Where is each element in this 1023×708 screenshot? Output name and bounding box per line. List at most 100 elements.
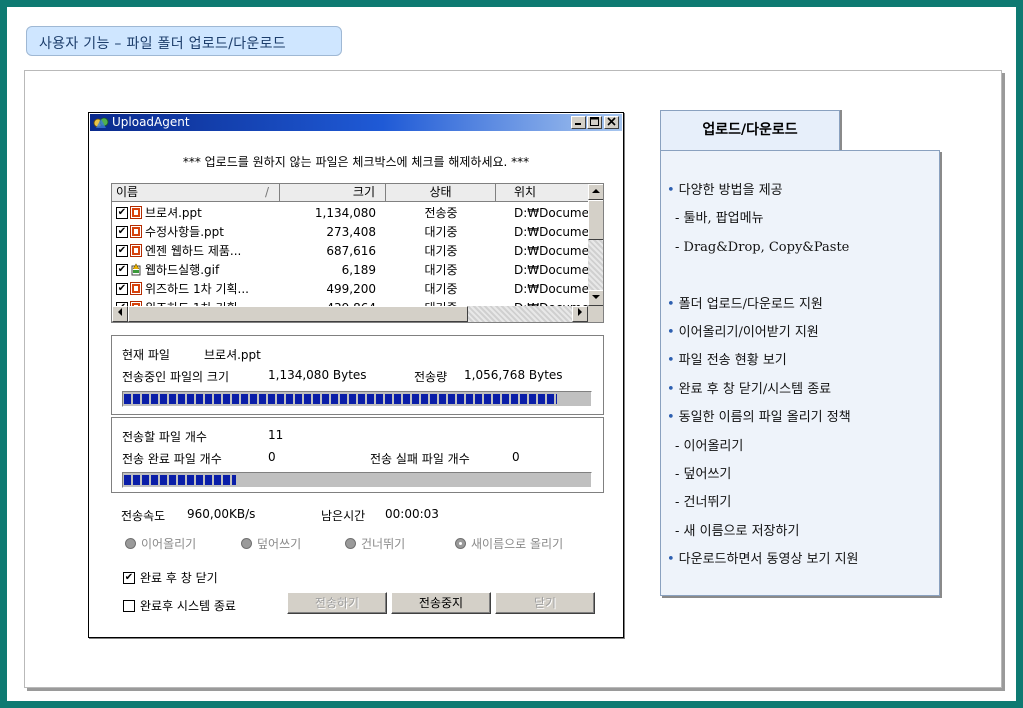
file-location: D:₩Docume [514, 205, 588, 220]
info-panel: • 다양한 방법을 제공 - 툴바, 팝업메뉴 - Drag&Drop, Copy&P… [660, 150, 940, 596]
table-row[interactable]: ✔ 엔젠 웹하드 제품... 687,616 대기중 D:₩Docume [112, 241, 588, 260]
overall-progress-bar [122, 472, 592, 488]
radio-selected-icon [455, 538, 466, 549]
file-size: 1,134,080 [314, 205, 376, 220]
feature-item: • 폴더 업로드/다운로드 지원 [667, 296, 823, 312]
file-name: 엔젠 웹하드 제품... [145, 244, 242, 258]
info-tab[interactable]: 업로드/다운로드 [660, 110, 840, 150]
row-checkbox[interactable]: ✔ [116, 225, 128, 238]
table-row[interactable]: ✔ 위즈하드 1차 기획... 499,200 대기중 D:₩Docume [112, 279, 588, 298]
feature-item: • 완료 후 창 닫기/시스템 종료 [667, 381, 832, 397]
radio-icon [345, 538, 356, 549]
feature-item: • 파일 전송 현황 보기 [667, 353, 787, 369]
bullet-icon: • [667, 552, 675, 568]
arrow-right-icon [578, 308, 582, 316]
file-name: 위즈하드 1차 기획... [145, 282, 249, 296]
scroll-up-button[interactable] [588, 184, 603, 200]
bullet-icon: • [667, 353, 675, 369]
scroll-down-button[interactable] [588, 290, 603, 306]
file-status: 대기중 [424, 244, 458, 258]
file-name: 브로셔.ppt [145, 206, 202, 220]
file-location: D:₩Docume [514, 243, 588, 258]
gif-file-icon [131, 263, 141, 276]
done-count-value: 0 [268, 450, 276, 464]
file-status: 대기중 [424, 282, 458, 296]
minimize-button[interactable] [571, 116, 586, 129]
feature-list: • 다양한 방법을 제공 - 툴바, 팝업메뉴 - Drag&Drop, Copy&P… [667, 177, 859, 574]
feature-item: • 동일한 이름의 파일 올리기 정책 [667, 410, 851, 426]
file-status: 대기중 [424, 225, 458, 239]
bullet-icon: • [667, 410, 675, 426]
feature-item: - 덮어쓰기 [675, 466, 732, 482]
list-header: 이름 / 크기 상태 위치 [112, 184, 588, 202]
file-progress-bar [122, 391, 592, 407]
file-size: 499,200 [326, 281, 376, 296]
bullet-icon: • [667, 324, 675, 340]
minimize-icon [575, 123, 581, 125]
shutdown-checkbox[interactable]: 완료후 시스템 종료 [123, 597, 236, 614]
ppt-file-icon [130, 244, 142, 257]
column-header-location[interactable]: 위치 [496, 184, 588, 202]
close-window-button[interactable] [604, 116, 619, 129]
stop-transfer-button[interactable]: 전송중지 [391, 592, 491, 614]
checkbox-empty-icon [123, 599, 135, 612]
column-header-name[interactable]: 이름 / [112, 184, 280, 202]
column-header-size[interactable]: 크기 [280, 184, 386, 202]
scrollbar-corner [588, 306, 603, 322]
option-skip[interactable]: 건너뛰기 [345, 535, 405, 552]
horizontal-scrollbar[interactable] [112, 306, 588, 322]
file-name: 수정사항들.ppt [145, 225, 224, 239]
option-rename-upload[interactable]: 새이름으로 올리기 [455, 535, 563, 552]
maximize-icon [590, 117, 599, 126]
horizontal-scroll-thumb[interactable] [128, 306, 468, 322]
feature-item: - 툴바, 팝업메뉴 [675, 211, 764, 227]
row-checkbox[interactable]: ✔ [116, 244, 128, 257]
send-button[interactable]: 전송하기 [287, 592, 387, 614]
feature-item: - Drag&Drop, Copy&Paste [675, 239, 850, 255]
option-resume-upload[interactable]: 이어올리기 [125, 535, 196, 552]
overall-progress-fill [124, 475, 236, 485]
column-header-status[interactable]: 상태 [386, 184, 496, 202]
fail-count-value: 0 [512, 450, 520, 464]
file-list[interactable]: 이름 / 크기 상태 위치 ✔ 브로셔.ppt 1,134,080 전송중 D:₩Doc… [111, 183, 604, 323]
file-size: 6,189 [341, 262, 376, 277]
table-row[interactable]: ✔ 수정사항들.ppt 273,408 대기중 D:₩Docume [112, 222, 588, 241]
done-count-label: 전송 완료 파일 개수 [122, 452, 222, 466]
total-count-value: 11 [268, 428, 284, 442]
file-location: D:₩Docume [514, 281, 588, 296]
feature-item: • 다양한 방법을 제공 [667, 183, 783, 198]
vertical-scrollbar[interactable] [588, 184, 603, 306]
close-icon [607, 117, 616, 126]
table-row[interactable]: ✔ 브로셔.ppt 1,134,080 전송중 D:₩Docume [112, 203, 588, 222]
close-after-checkbox[interactable]: ✔ 완료 후 창 닫기 [123, 569, 218, 586]
instruction-text: *** 업로드를 원하지 않는 파일은 체크박스에 체크를 해제하세요. *** [182, 155, 530, 169]
transferred-label: 전송량 [414, 370, 448, 384]
scroll-right-button[interactable] [572, 306, 588, 322]
row-checkbox[interactable]: ✔ [116, 263, 128, 276]
maximize-button[interactable] [587, 116, 602, 129]
current-file-label: 현재 파일 [122, 348, 170, 362]
file-size: 273,408 [326, 224, 376, 239]
checkbox-checked-icon: ✔ [123, 571, 135, 584]
current-file-group: 현재 파일 브로셔.ppt 전송중인 파일의 크기 1,134,080 Byte… [111, 335, 604, 415]
feature-item: - 건너뛰기 [675, 495, 732, 511]
file-location: D:₩Docume [514, 262, 588, 277]
bullet-icon: • [667, 381, 675, 397]
window-titlebar[interactable]: UploadAgent [90, 114, 622, 131]
transferred-value: 1,056,768 Bytes [464, 368, 563, 382]
file-progress-fill [124, 394, 558, 404]
vertical-scroll-thumb[interactable] [588, 200, 603, 240]
row-checkbox[interactable]: ✔ [116, 206, 128, 219]
feature-item [667, 262, 859, 290]
ppt-file-icon [130, 206, 142, 219]
scroll-left-button[interactable] [112, 306, 128, 322]
row-checkbox[interactable]: ✔ [116, 282, 128, 295]
close-button[interactable]: 닫기 [495, 592, 595, 614]
feature-item: - 새 이름으로 저장하기 [675, 523, 800, 539]
file-location: D:₩Docume [514, 224, 588, 239]
feature-item: - 이어올리기 [675, 438, 744, 454]
remaining-label: 남은시간 [321, 509, 366, 523]
current-file-value: 브로셔.ppt [204, 348, 261, 362]
option-overwrite[interactable]: 덮어쓰기 [241, 535, 301, 552]
table-row[interactable]: ✔ 웹하드실행.gif 6,189 대기중 D:₩Docume [112, 260, 588, 279]
